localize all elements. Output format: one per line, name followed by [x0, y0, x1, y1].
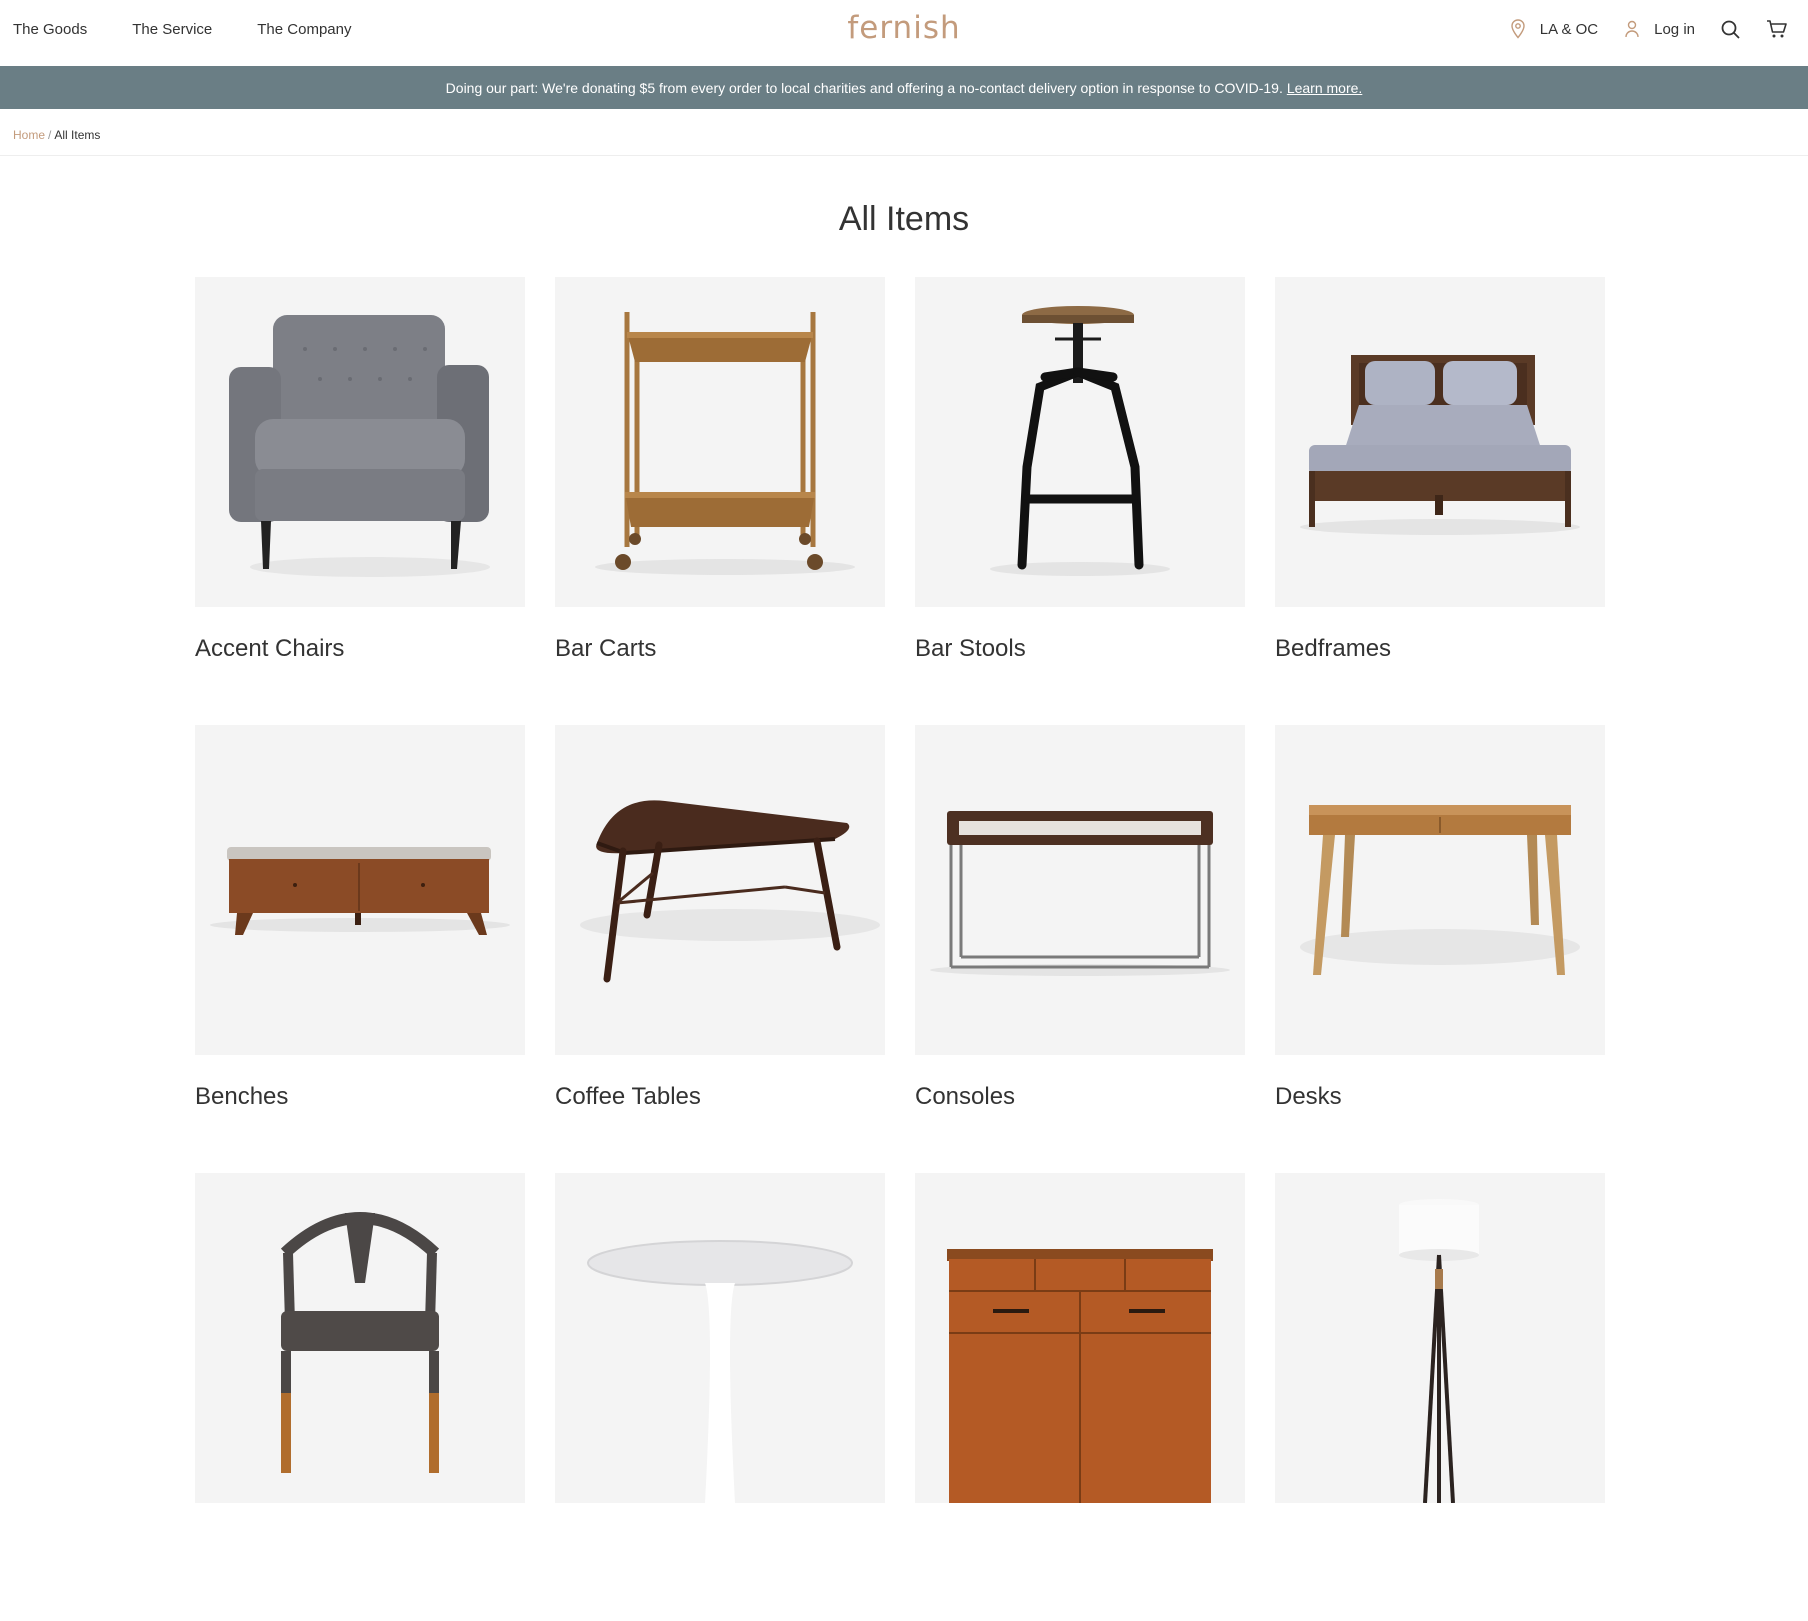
bar-cart-image	[555, 277, 885, 607]
category-card-dining-tables[interactable]	[555, 1173, 885, 1621]
category-card-consoles[interactable]: Consoles	[915, 725, 1245, 1173]
search-icon	[1721, 20, 1740, 39]
dining-table-image	[555, 1173, 885, 1503]
coffee-table-image	[555, 725, 885, 1055]
bedframe-image	[1275, 277, 1605, 607]
bar-stool-image	[915, 277, 1245, 607]
category-label: Accent Chairs	[195, 635, 345, 662]
category-grid: Accent Chairs Bar Carts Bar Stools Bedfr…	[195, 277, 1605, 1621]
top-navigation: The Goods The Service The Company fernis…	[0, 0, 1808, 66]
category-card-bar-stools[interactable]: Bar Stools	[915, 277, 1245, 725]
category-label: Bar Carts	[555, 635, 657, 662]
location-selector[interactable]: LA & OC	[1510, 19, 1598, 39]
category-label: Bar Stools	[915, 635, 1026, 662]
breadcrumb-separator: /	[48, 128, 52, 142]
breadcrumb-current: All Items	[54, 128, 101, 142]
category-card-benches[interactable]: Benches	[195, 725, 525, 1173]
category-label: Coffee Tables	[555, 1083, 701, 1110]
bench-image	[195, 725, 525, 1055]
category-label: Bedframes	[1275, 635, 1392, 662]
divider	[0, 155, 1808, 156]
accent-chair-image	[195, 277, 525, 607]
search-button[interactable]	[1721, 20, 1740, 39]
cart-button[interactable]	[1766, 19, 1788, 39]
breadcrumb-home[interactable]: Home	[13, 128, 45, 142]
category-card-bedframes[interactable]: Bedframes	[1275, 277, 1605, 725]
desk-image	[1275, 725, 1605, 1055]
announcement-banner: Doing our part: We're donating $5 from e…	[0, 66, 1808, 109]
category-card-dining-chairs[interactable]	[195, 1173, 525, 1621]
dresser-image	[915, 1173, 1245, 1503]
category-card-accent-chairs[interactable]: Accent Chairs	[195, 277, 525, 725]
floor-lamp-image	[1275, 1173, 1605, 1503]
category-label: Desks	[1275, 1083, 1342, 1110]
category-card-desks[interactable]: Desks	[1275, 725, 1605, 1173]
login-label: Log in	[1654, 20, 1695, 38]
utility-nav: LA & OC Log in	[1510, 0, 1788, 58]
login-link[interactable]: Log in	[1624, 20, 1695, 38]
user-icon	[1624, 20, 1640, 38]
category-label: Consoles	[915, 1083, 1016, 1110]
location-label: LA & OC	[1539, 20, 1599, 38]
console-image	[915, 725, 1245, 1055]
category-label: Benches	[195, 1083, 289, 1110]
dining-chair-image	[195, 1173, 525, 1503]
category-card-coffee-tables[interactable]: Coffee Tables	[555, 725, 885, 1173]
page-title: All Items	[838, 200, 970, 238]
banner-text: Doing our part: We're donating $5 from e…	[445, 79, 1283, 96]
category-card-dressers[interactable]	[915, 1173, 1245, 1621]
category-card-floor-lamps[interactable]	[1275, 1173, 1605, 1621]
cart-icon	[1766, 19, 1788, 39]
category-card-bar-carts[interactable]: Bar Carts	[555, 277, 885, 725]
breadcrumb: Home / All Items	[13, 128, 100, 142]
banner-learn-more-link[interactable]: Learn more.	[1287, 80, 1362, 96]
location-pin-icon	[1510, 19, 1526, 39]
